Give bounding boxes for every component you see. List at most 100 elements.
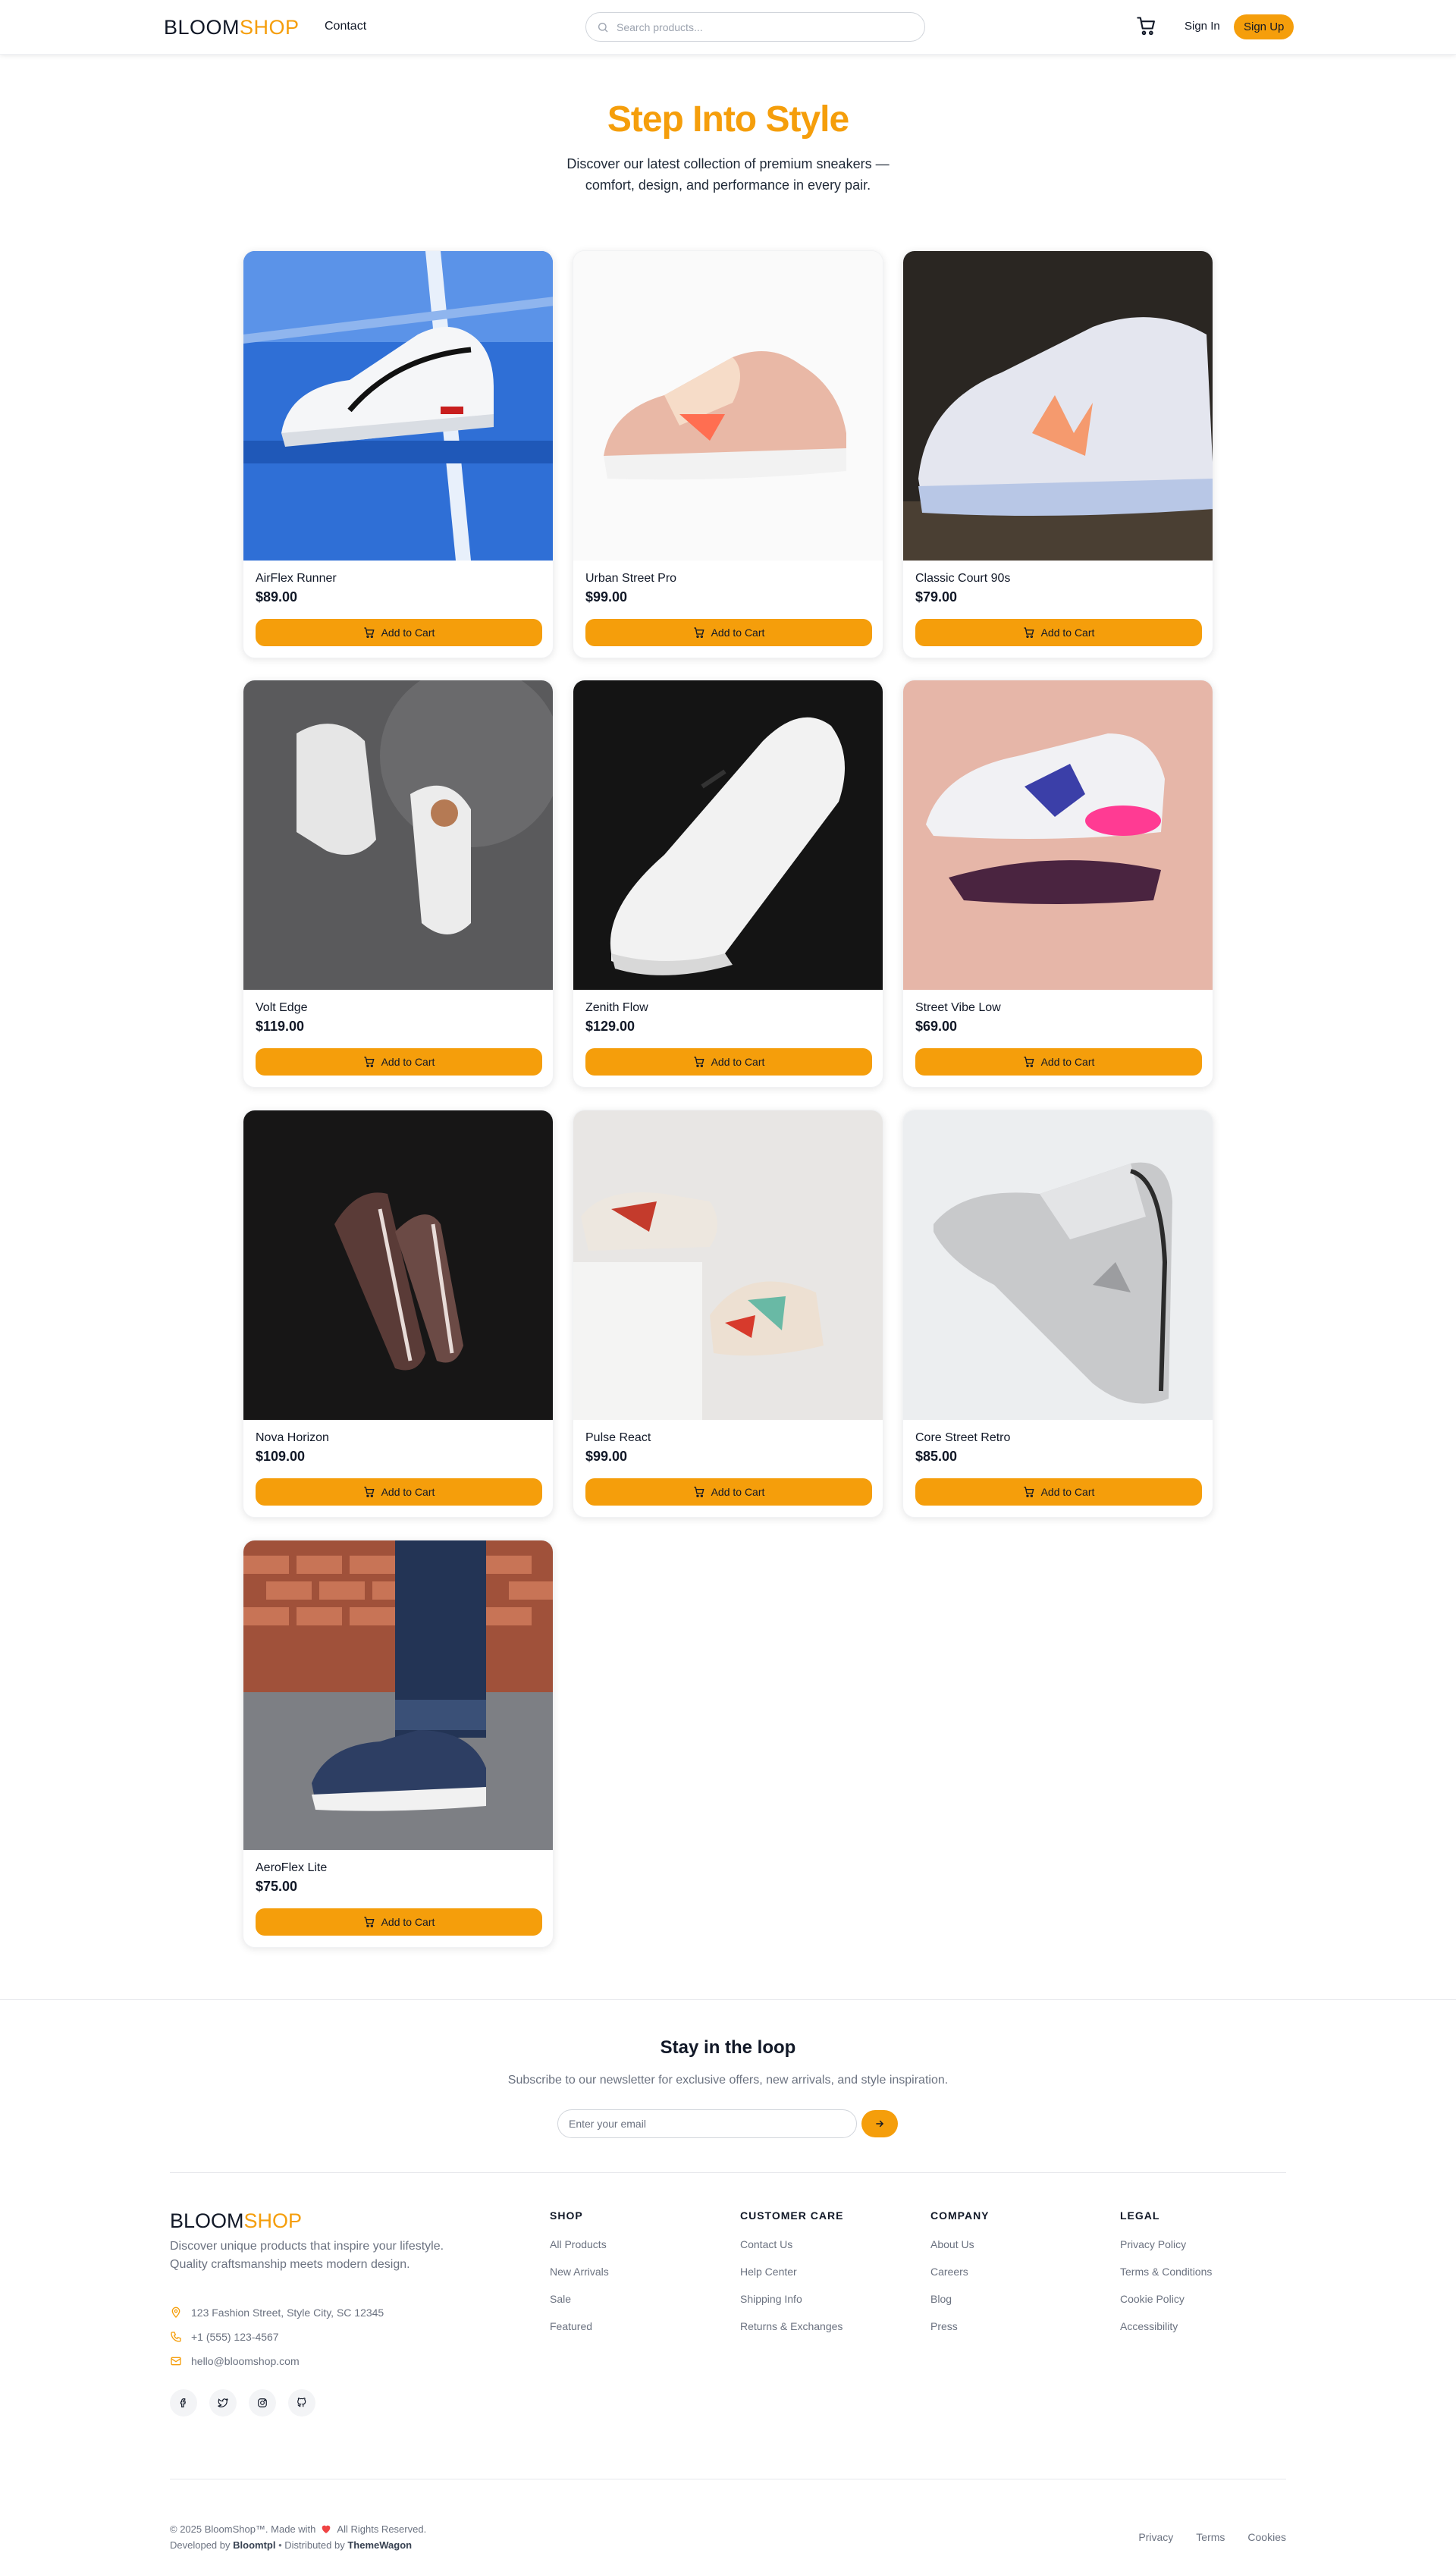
product-image[interactable] (573, 680, 883, 990)
facebook-icon (180, 2398, 187, 2407)
product-name[interactable]: Zenith Flow (585, 1001, 648, 1015)
product-name[interactable]: Urban Street Pro (585, 572, 676, 586)
phone-text: +1 (555) 123-4567 (191, 2331, 279, 2343)
add-to-cart-button[interactable]: Add to Cart (585, 619, 872, 646)
product-image[interactable] (573, 251, 883, 561)
add-to-cart-button[interactable]: Add to Cart (256, 619, 542, 646)
newsletter-subtitle: Subscribe to our newsletter for exclusiv… (507, 2074, 949, 2087)
product-card[interactable]: Core Street Retro $85.00 Add to Cart (902, 1110, 1213, 1518)
footer-link[interactable]: Blog (930, 2293, 990, 2305)
instagram-button[interactable] (249, 2389, 276, 2417)
add-to-cart-button[interactable]: Add to Cart (915, 1478, 1202, 1506)
cookies-link[interactable]: Cookies (1247, 2531, 1286, 2543)
add-to-cart-button[interactable]: Add to Cart (585, 1478, 872, 1506)
footer-email[interactable]: hello@bloomshop.com (170, 2355, 300, 2367)
terms-link[interactable]: Terms (1196, 2531, 1225, 2543)
product-card[interactable]: Zenith Flow $129.00 Add to Cart (573, 680, 883, 1088)
product-image[interactable] (903, 251, 1213, 561)
add-to-cart-button[interactable]: Add to Cart (915, 1048, 1202, 1076)
search-bar[interactable] (585, 12, 925, 42)
footer-link[interactable]: Accessibility (1120, 2320, 1212, 2332)
product-image[interactable] (243, 680, 553, 990)
add-to-cart-button[interactable]: Add to Cart (256, 1478, 542, 1506)
footer-link[interactable]: Featured (550, 2320, 609, 2332)
product-name[interactable]: Nova Horizon (256, 1431, 329, 1445)
product-name[interactable]: Core Street Retro (915, 1431, 1010, 1445)
footer-link[interactable]: Contact Us (740, 2238, 843, 2250)
add-to-cart-label: Add to Cart (381, 627, 435, 639)
footer-link[interactable]: Returns & Exchanges (740, 2320, 843, 2332)
logo-text-bloom: BLOOM (170, 2209, 244, 2232)
github-button[interactable] (288, 2389, 315, 2417)
product-name[interactable]: AirFlex Runner (256, 572, 337, 586)
product-name[interactable]: Pulse React (585, 1431, 651, 1445)
nav-contact-link[interactable]: Contact (325, 20, 366, 33)
add-to-cart-button[interactable]: Add to Cart (585, 1048, 872, 1076)
product-image[interactable] (243, 251, 553, 561)
twitter-button[interactable] (209, 2389, 237, 2417)
footer-link[interactable]: Careers (930, 2266, 990, 2278)
product-name[interactable]: Street Vibe Low (915, 1001, 1001, 1015)
footer-link[interactable]: Sale (550, 2293, 609, 2305)
product-image[interactable] (573, 1110, 883, 1420)
footer-column-company: COMPANY About Us Careers Blog Press (930, 2209, 990, 2347)
github-icon (297, 2398, 306, 2407)
footer-link[interactable]: Cookie Policy (1120, 2293, 1212, 2305)
product-card[interactable]: Pulse React $99.00 Add to Cart (573, 1110, 883, 1518)
cart-button[interactable] (1136, 15, 1159, 38)
distributor-link[interactable]: ThemeWagon (347, 2539, 412, 2551)
distributed-by-text: • Distributed by (278, 2539, 345, 2551)
footer-address: 123 Fashion Street, Style City, SC 12345 (170, 2307, 384, 2319)
footer-link[interactable]: Terms & Conditions (1120, 2266, 1212, 2278)
privacy-link[interactable]: Privacy (1138, 2531, 1173, 2543)
footer-link[interactable]: New Arrivals (550, 2266, 609, 2278)
product-card[interactable]: Nova Horizon $109.00 Add to Cart (243, 1110, 554, 1518)
newsletter-submit-button[interactable] (861, 2110, 898, 2137)
product-card[interactable]: AirFlex Runner $89.00 Add to Cart (243, 250, 554, 658)
footer-column-title: COMPANY (930, 2209, 990, 2222)
add-to-cart-button[interactable]: Add to Cart (256, 1048, 542, 1076)
newsletter-title: Stay in the loop (660, 2037, 796, 2058)
product-card[interactable]: Classic Court 90s $79.00 Add to Cart (902, 250, 1213, 658)
add-to-cart-label: Add to Cart (1040, 1056, 1095, 1068)
add-to-cart-button[interactable]: Add to Cart (256, 1908, 542, 1936)
footer-link[interactable]: Privacy Policy (1120, 2238, 1212, 2250)
footer-link[interactable]: Press (930, 2320, 990, 2332)
cart-icon (1023, 1057, 1034, 1067)
product-name[interactable]: Classic Court 90s (915, 572, 1010, 586)
sign-up-button[interactable]: Sign Up (1234, 14, 1294, 39)
add-to-cart-button[interactable]: Add to Cart (915, 619, 1202, 646)
copyright-text: © 2025 BloomShop™. Made with (170, 2523, 316, 2535)
cart-icon (1137, 17, 1155, 36)
product-price: $75.00 (256, 1879, 298, 1894)
footer-link[interactable]: About Us (930, 2238, 990, 2250)
search-input[interactable] (617, 19, 912, 36)
logo[interactable]: BLOOMSHOP (164, 16, 300, 39)
footer-logo[interactable]: BLOOMSHOP (170, 2209, 302, 2233)
footer-column-shop: SHOP All Products New Arrivals Sale Feat… (550, 2209, 609, 2347)
product-card[interactable]: AeroFlex Lite $75.00 Add to Cart (243, 1540, 554, 1948)
footer-link[interactable]: All Products (550, 2238, 609, 2250)
developer-link[interactable]: Bloomtpl (233, 2539, 275, 2551)
product-card[interactable]: Volt Edge $119.00 Add to Cart (243, 680, 554, 1088)
footer-link[interactable]: Help Center (740, 2266, 843, 2278)
newsletter-email-input[interactable] (557, 2109, 857, 2138)
product-image[interactable] (903, 1110, 1213, 1420)
sign-in-link[interactable]: Sign In (1185, 20, 1220, 33)
product-image[interactable] (903, 680, 1213, 990)
cart-icon (1023, 627, 1034, 638)
product-image[interactable] (243, 1540, 553, 1850)
search-icon (598, 23, 608, 33)
product-card[interactable]: Urban Street Pro $99.00 Add to Cart (573, 250, 883, 658)
product-card[interactable]: Street Vibe Low $69.00 Add to Cart (902, 680, 1213, 1088)
product-name[interactable]: Volt Edge (256, 1001, 308, 1015)
product-name[interactable]: AeroFlex Lite (256, 1861, 327, 1875)
add-to-cart-label: Add to Cart (381, 1486, 435, 1498)
facebook-button[interactable] (170, 2389, 197, 2417)
product-image[interactable] (243, 1110, 553, 1420)
cart-icon (693, 1057, 704, 1067)
footer-phone[interactable]: +1 (555) 123-4567 (170, 2331, 279, 2343)
arrow-right-icon (876, 2120, 883, 2128)
site-header: BLOOMSHOP Contact Sign In Sign Up (0, 0, 1456, 55)
footer-link[interactable]: Shipping Info (740, 2293, 843, 2305)
